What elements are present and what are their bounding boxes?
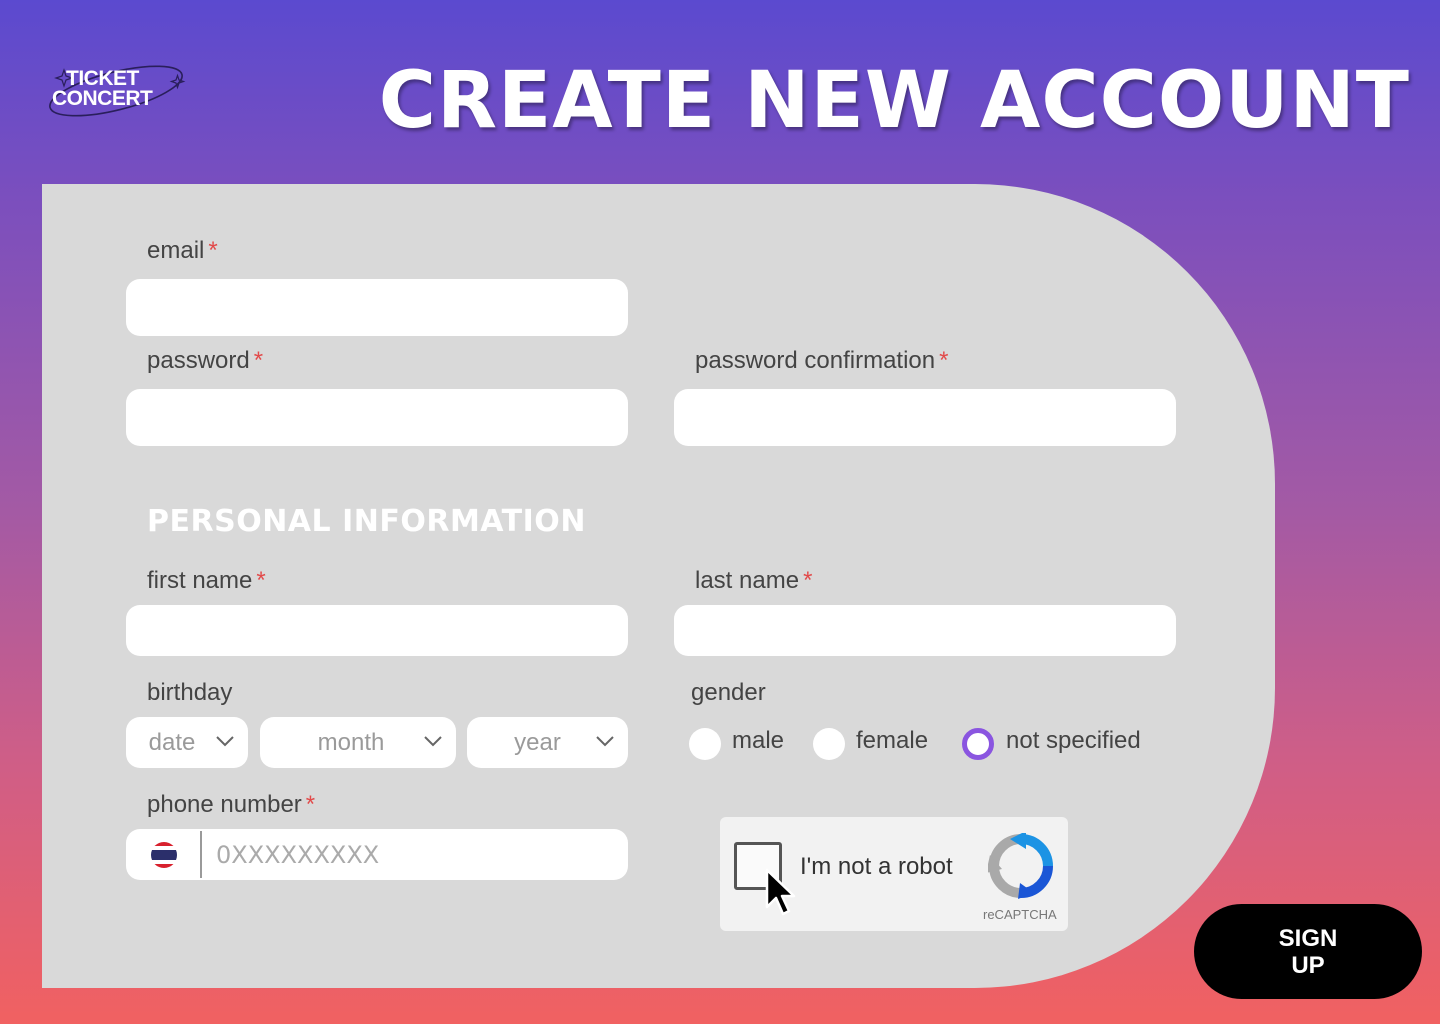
recaptcha-text: I'm not a robot bbox=[800, 853, 953, 880]
recaptcha-brand: reCAPTCHA bbox=[983, 907, 1057, 922]
recaptcha-logo-icon bbox=[988, 833, 1053, 899]
phone-number-label-text: phone number bbox=[147, 791, 302, 818]
last-name-label: last name * bbox=[695, 567, 812, 595]
birthday-date-select[interactable]: date bbox=[126, 717, 248, 768]
gender-not-specified-label[interactable]: not specified bbox=[1006, 727, 1141, 755]
first-name-label-text: first name bbox=[147, 567, 253, 594]
gender-male-radio[interactable] bbox=[689, 728, 721, 760]
required-mark: * bbox=[803, 567, 813, 594]
required-mark: * bbox=[253, 347, 264, 374]
page-title: CREATE NEW ACCOUNT bbox=[378, 56, 1410, 146]
birthday-year-select[interactable]: year bbox=[467, 717, 628, 768]
last-name-field[interactable] bbox=[674, 605, 1176, 656]
last-name-label-text: last name bbox=[695, 567, 800, 594]
mouse-cursor-icon bbox=[765, 868, 796, 916]
password-confirmation-label-text: password confirmation bbox=[695, 347, 936, 374]
phone-number-label: phone number * bbox=[147, 791, 315, 819]
birthday-date-value: date bbox=[148, 728, 196, 756]
gender-female-label[interactable]: female bbox=[856, 727, 928, 755]
first-name-field[interactable] bbox=[126, 605, 628, 656]
password-label-text: password bbox=[147, 347, 250, 374]
gender-not-specified-radio[interactable] bbox=[962, 728, 994, 760]
birthday-month-value: month bbox=[317, 728, 385, 756]
required-mark: * bbox=[305, 791, 316, 818]
first-name-label: first name * bbox=[147, 567, 266, 595]
recaptcha-widget: I'm not a robot reCAPTCHA bbox=[720, 817, 1068, 931]
phone-divider bbox=[200, 831, 202, 878]
gender-label: gender bbox=[691, 679, 766, 706]
email-label: email * bbox=[147, 237, 218, 265]
chevron-down-icon bbox=[216, 736, 234, 747]
required-mark: * bbox=[256, 567, 266, 594]
password-confirmation-label: password confirmation * bbox=[695, 347, 948, 375]
phone-number-field bbox=[126, 829, 628, 880]
gender-male-label[interactable]: male bbox=[732, 727, 784, 755]
thailand-flag-icon[interactable] bbox=[151, 842, 177, 868]
password-field[interactable] bbox=[126, 389, 628, 446]
brand-line-1: TICKET bbox=[66, 67, 139, 90]
birthday-label: birthday bbox=[147, 679, 233, 706]
brand-line-2: CONCERT bbox=[52, 87, 153, 110]
brand-logo[interactable]: TICKET CONCERT bbox=[48, 58, 188, 124]
required-mark: * bbox=[939, 347, 949, 374]
email-label-text: email bbox=[147, 237, 205, 264]
sign-up-label: SIGN UP bbox=[1278, 924, 1338, 979]
birthday-year-value: year bbox=[514, 728, 561, 756]
password-confirmation-field[interactable] bbox=[674, 389, 1176, 446]
required-mark: * bbox=[208, 237, 218, 264]
sign-up-button[interactable]: SIGN UP bbox=[1194, 904, 1422, 999]
gender-female-radio[interactable] bbox=[813, 728, 845, 760]
chevron-down-icon bbox=[596, 736, 614, 747]
email-field[interactable] bbox=[126, 279, 628, 336]
birthday-month-select[interactable]: month bbox=[260, 717, 456, 768]
personal-information-heading: PERSONAL INFORMATION bbox=[147, 504, 586, 539]
phone-number-input[interactable] bbox=[206, 829, 616, 880]
password-label: password * bbox=[147, 347, 263, 375]
chevron-down-icon bbox=[424, 736, 442, 747]
